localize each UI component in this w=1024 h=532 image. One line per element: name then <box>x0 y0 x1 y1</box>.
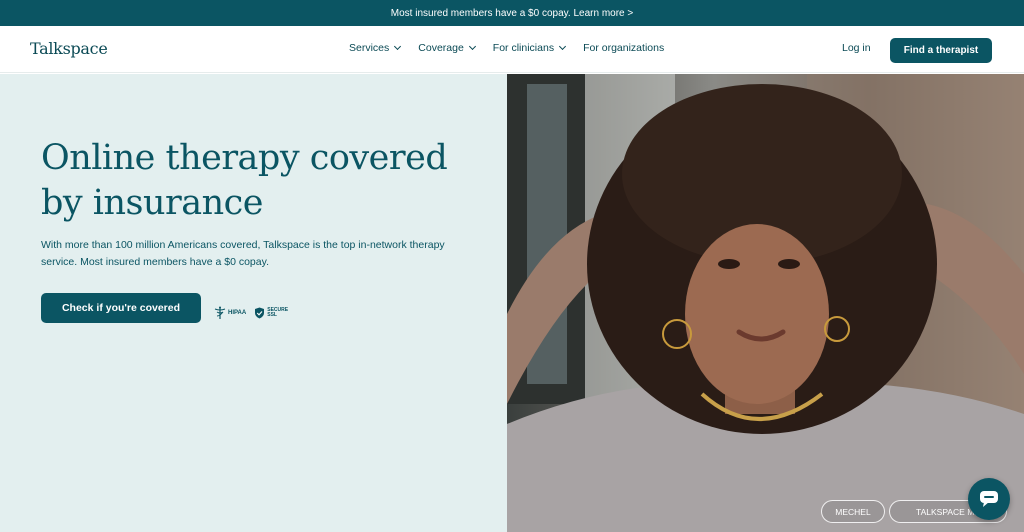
nav-menu: Services Coverage For clinicians For org… <box>349 42 682 54</box>
hipaa-label: HIPAA <box>228 309 247 316</box>
chevron-down-icon <box>468 42 476 51</box>
chat-bubble-icon <box>980 491 998 507</box>
trust-badges: HIPAA SECURE SSL <box>214 306 288 320</box>
ssl-label-line: SSL <box>267 312 277 318</box>
talkspace-logo[interactable]: Talkspace <box>30 39 108 58</box>
nav-item-services[interactable]: Services <box>349 42 402 54</box>
nav-item-for-clinicians[interactable]: For clinicians <box>492 42 567 54</box>
login-link[interactable]: Log in <box>842 42 871 54</box>
hero-subtext: With more than 100 million Americans cov… <box>41 239 445 268</box>
nav-item-coverage[interactable]: Coverage <box>418 42 476 54</box>
chip-label: MECHEL <box>835 506 871 517</box>
nav-item-label: Coverage <box>418 42 464 54</box>
caduceus-icon <box>214 306 226 319</box>
check-coverage-button[interactable]: Check if you're covered <box>41 293 201 323</box>
main-nav: Talkspace Services Coverage For clinicia… <box>0 26 1024 73</box>
chevron-down-icon <box>394 42 402 51</box>
nav-item-for-organizations[interactable]: For organizations <box>583 42 664 54</box>
find-therapist-button[interactable]: Find a therapist <box>890 38 992 63</box>
hero-photo: MECHEL TALKSPACE ME <box>507 74 1024 532</box>
woman-portrait-image <box>507 74 1024 532</box>
photo-chip-mechel[interactable]: MECHEL <box>821 500 885 523</box>
chat-button[interactable] <box>968 478 1010 520</box>
top-banner[interactable]: Most insured members have a $0 copay. Le… <box>0 0 1024 26</box>
hero-headline: Online therapy covered by insurance <box>41 136 491 226</box>
chevron-down-icon <box>559 42 567 51</box>
hipaa-badge: HIPAA <box>214 306 246 320</box>
secure-ssl-badge: SECURE SSL <box>254 307 288 319</box>
nav-item-label: Services <box>349 42 390 54</box>
ssl-label: SECURE SSL <box>267 308 288 318</box>
headline-line: by insurance <box>41 183 264 223</box>
banner-text[interactable]: Most insured members have a $0 copay. Le… <box>391 8 633 19</box>
shield-check-icon <box>255 307 265 319</box>
nav-item-label: For clinicians <box>492 42 555 54</box>
nav-item-label: For organizations <box>583 42 665 54</box>
headline-line: Online therapy covered <box>41 138 448 178</box>
